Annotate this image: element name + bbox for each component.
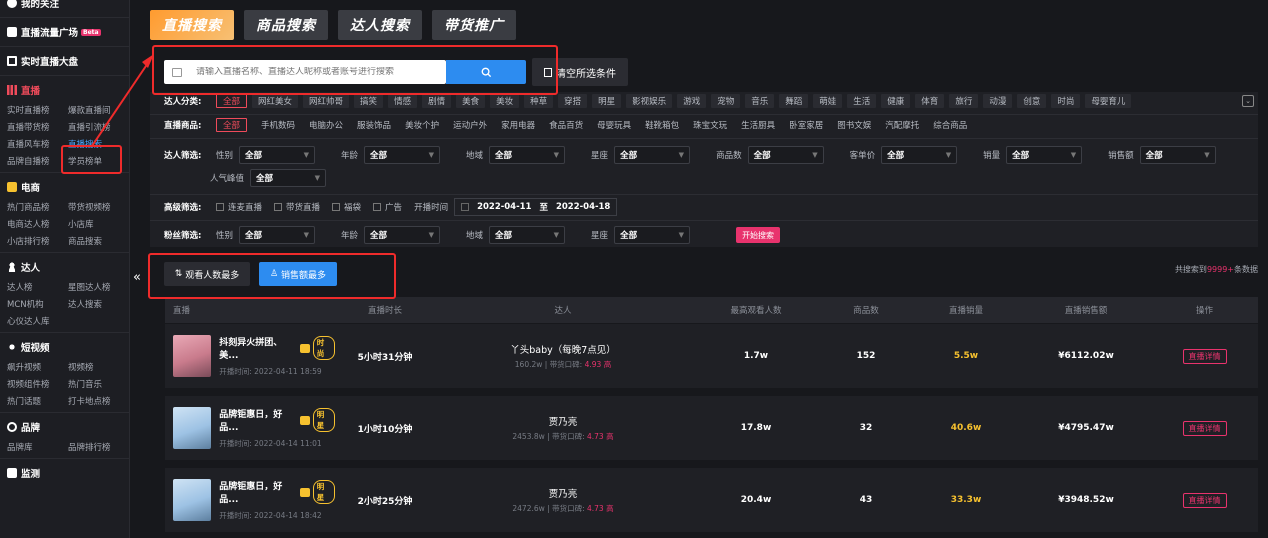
annotation-arrow (91, 54, 154, 147)
